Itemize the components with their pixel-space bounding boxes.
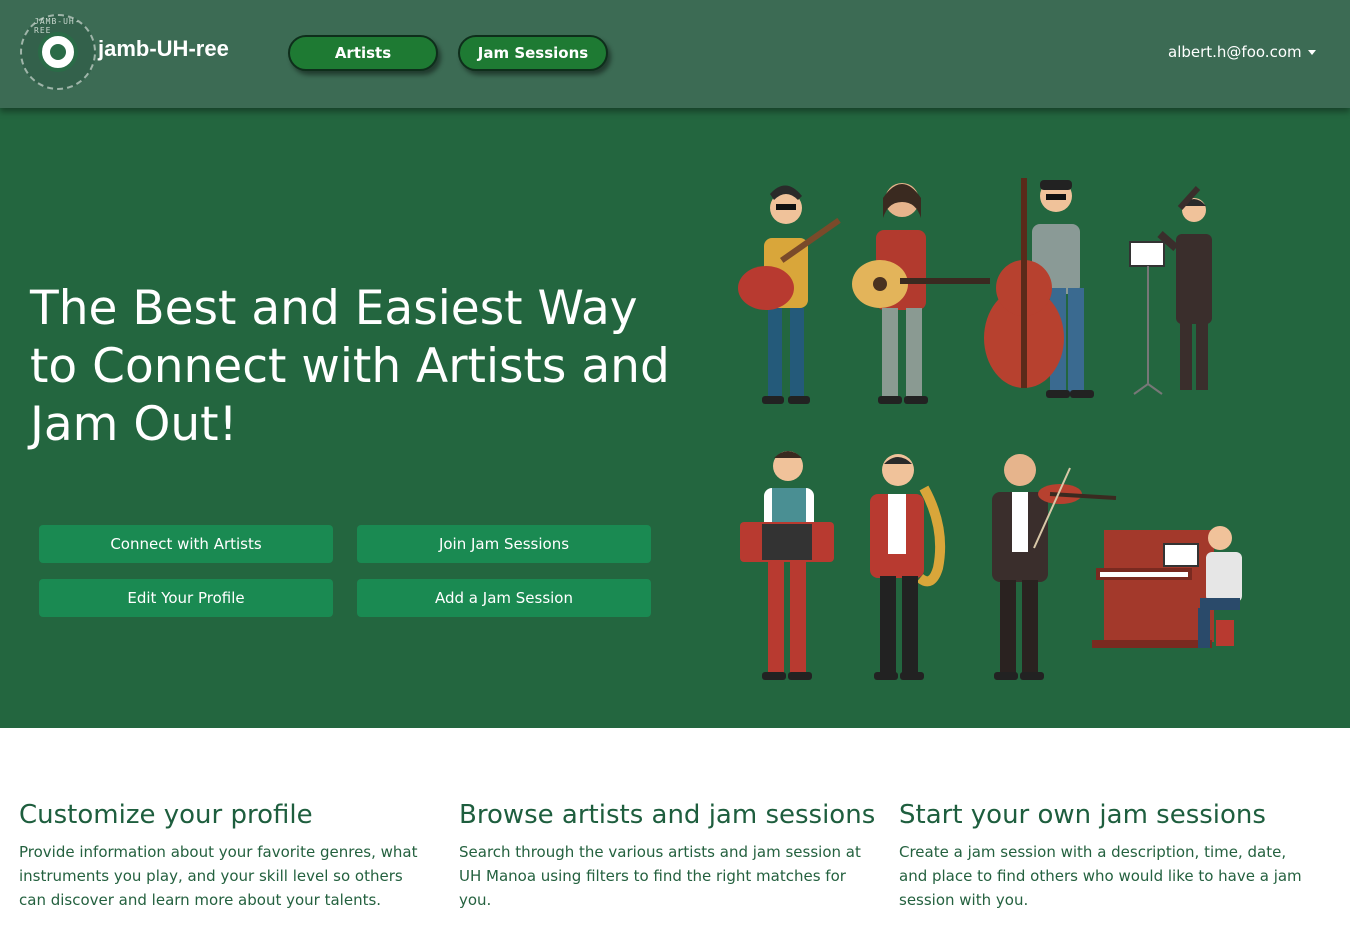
conductor-figure [1129,185,1212,395]
feature-text: Provide information about your favorite … [19,843,418,909]
caret-down-icon [1307,49,1316,55]
hero-section: The Best and Easiest Way to Connect with… [0,108,1350,728]
brand-name[interactable]: jamb-UH-ree [98,36,229,62]
logo-seal [38,32,78,72]
feature-title: Browse artists and jam sessions [459,800,876,830]
hero-title: The Best and Easiest Way to Connect with… [30,281,670,452]
add-jam-session-button[interactable]: Add a Jam Session [357,579,651,617]
edit-profile-button[interactable]: Edit Your Profile [39,579,333,617]
user-dropdown[interactable]: albert.h@foo.com [1168,43,1316,61]
nav-artists-button[interactable]: Artists [288,35,438,71]
feature-title: Start your own jam sessions [899,800,1266,830]
feature-text: Search through the various artists and j… [459,843,861,909]
top-navbar: JAMB-UH-REE jamb-UH-ree Artists Jam Sess… [0,0,1350,108]
saxophonist-figure [870,454,946,680]
connect-with-artists-button[interactable]: Connect with Artists [39,525,333,563]
logo-seal-core [50,44,66,60]
feature-text: Create a jam session with a description,… [899,843,1302,909]
user-email: albert.h@foo.com [1168,43,1302,61]
acoustic-guitarist-figure [852,183,990,404]
feature-browse: Browse artists and jam sessions Search t… [459,800,876,912]
nav-jam-sessions-button[interactable]: Jam Sessions [458,35,608,71]
accordion-player-figure [740,451,834,680]
bassist-figure [984,178,1094,398]
feature-title: Customize your profile [19,800,313,830]
feature-customize-profile: Customize your profile Provide informati… [19,800,429,912]
feature-start-sessions: Start your own jam sessions Create a jam… [899,800,1309,912]
join-jam-sessions-button[interactable]: Join Jam Sessions [357,525,651,563]
guitarist-figure [738,185,841,404]
pianist-figure [1092,526,1242,648]
logo-icon[interactable]: JAMB-UH-REE [20,14,96,90]
musicians-illustration [738,178,1242,680]
